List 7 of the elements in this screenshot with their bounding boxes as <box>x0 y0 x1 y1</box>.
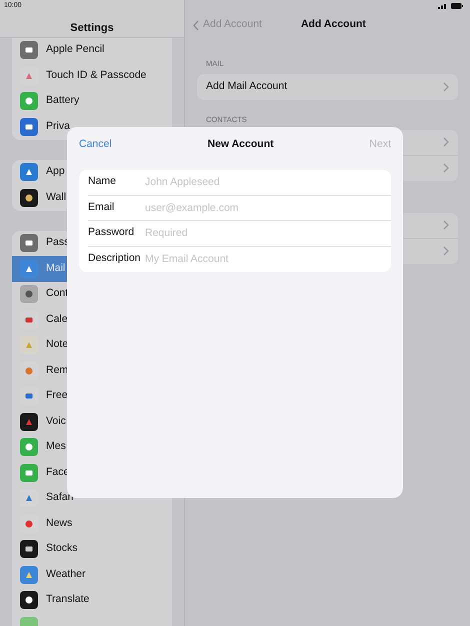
dialog-title: New Account <box>207 136 274 152</box>
sidebar-title: Settings <box>70 21 114 36</box>
field-label: Password <box>88 225 136 240</box>
field-label: Email <box>88 200 116 215</box>
page-title: Add Account <box>300 17 366 32</box>
field-label: Name <box>88 174 118 190</box>
field-label: Description <box>88 251 142 266</box>
